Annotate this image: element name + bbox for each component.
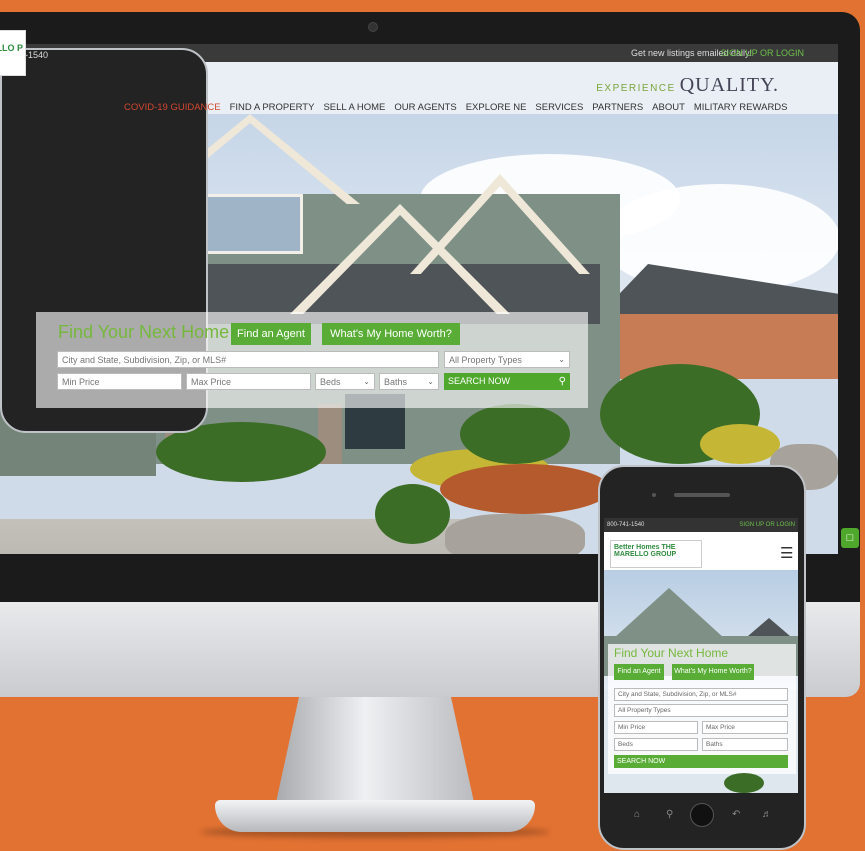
mobile-signup-link[interactable]: SIGN UP OR LOGIN — [739, 522, 795, 528]
pine-shrub — [375, 484, 450, 544]
mobile-logo[interactable]: Better Homes THE MARELLO GROUP — [610, 540, 702, 568]
tagline-small: EXPERIENCE — [596, 83, 676, 94]
property-type-select[interactable]: All Property Types ⌄ — [444, 351, 570, 368]
mobile-search-title: Find Your Next Home — [614, 646, 729, 660]
tagline: EXPERIENCE QUALITY. — [596, 74, 779, 97]
tagline-big: QUALITY. — [679, 74, 779, 96]
nav-military-rewards[interactable]: MILITARY REWARDS — [694, 102, 788, 113]
min-price-input[interactable]: Min Price — [57, 373, 182, 390]
shrub — [440, 464, 610, 514]
mobile-logo-text: Better Homes THE MARELLO GROUP — [614, 544, 677, 558]
phone-speaker — [674, 493, 730, 497]
search-now-button[interactable]: SEARCH NOW ⚲ — [444, 373, 570, 390]
max-price-input[interactable]: Max Price — [186, 373, 311, 390]
nav-find-property[interactable]: FIND A PROPERTY — [230, 102, 315, 113]
mobile-beds-select[interactable]: Beds — [614, 738, 698, 751]
find-agent-button[interactable]: Find an Agent — [231, 323, 311, 345]
nav-our-agents[interactable]: OUR AGENTS — [394, 102, 456, 113]
search-icon[interactable]: ⚲ — [666, 809, 673, 820]
nav-about[interactable]: ABOUT — [652, 102, 685, 113]
search-title: Find Your Next Home — [58, 322, 230, 342]
mobile-home-worth-button[interactable]: What's My Home Worth? — [672, 664, 754, 680]
beds-value: Beds — [320, 377, 341, 387]
nav-services[interactable]: SERVICES — [535, 102, 583, 113]
mobile-min-price-input[interactable]: Min Price — [614, 721, 698, 734]
mobile-baths-select[interactable]: Baths — [702, 738, 788, 751]
location-search-input[interactable]: City and State, Subdivision, Zip, or MLS… — [57, 351, 439, 368]
chat-icon[interactable]: □ — [841, 528, 859, 548]
monitor-stand-base — [215, 800, 535, 832]
main-nav: COVID-19 GUIDANCE FIND A PROPERTY SELL A H… — [124, 102, 797, 113]
baths-value: Baths — [384, 377, 408, 387]
search-now-label: SEARCH NOW — [448, 376, 511, 386]
home-worth-button[interactable]: What's My Home Worth? — [322, 323, 460, 345]
chevron-down-icon: ⌄ — [558, 355, 565, 364]
monitor-stand-neck — [275, 697, 475, 807]
mobile-screen: 800-741-1540 SIGN UP OR LOGIN Better Hom… — [604, 518, 798, 793]
logo-text: LLO P — [0, 43, 23, 53]
signup-login-link[interactable]: SIGN UP OR LOGIN — [721, 48, 804, 58]
mobile-top-bar: 800-741-1540 SIGN UP OR LOGIN — [604, 518, 798, 532]
chevron-down-icon: ⌄ — [363, 377, 370, 386]
mobile-phone-number[interactable]: 800-741-1540 — [607, 522, 644, 528]
volume-icon[interactable]: ♬ — [762, 809, 772, 820]
mobile-location-input[interactable]: City and State, Subdivision, Zip, or MLS… — [614, 688, 788, 701]
beds-select[interactable]: Beds ⌄ — [315, 373, 375, 390]
mobile-max-price-input[interactable]: Max Price — [702, 721, 788, 734]
shrub — [460, 404, 570, 464]
rock — [445, 514, 585, 554]
mobile-property-type-select[interactable]: All Property Types — [614, 704, 788, 717]
shrub — [700, 424, 780, 464]
property-type-value: All Property Types — [449, 355, 522, 365]
site-logo[interactable]: LLO P — [0, 30, 26, 76]
mobile-search-now-button[interactable]: SEARCH NOW — [614, 755, 788, 768]
nav-sell-home[interactable]: SELL A HOME — [323, 102, 385, 113]
upper-window — [193, 194, 303, 254]
nav-covid-guidance[interactable]: COVID-19 GUIDANCE — [124, 102, 221, 113]
nav-partners[interactable]: PARTNERS — [592, 102, 643, 113]
mobile-find-agent-button[interactable]: Find an Agent — [614, 664, 664, 680]
mobile-shrub — [724, 773, 764, 793]
mobile-bottom-bar: ⌂ ⚲ ↶ ♬ — [604, 795, 798, 835]
chevron-down-icon: ⌄ — [427, 377, 434, 386]
nav-explore-ne[interactable]: EXPLORE NE — [466, 102, 527, 113]
phone-camera — [652, 493, 656, 497]
hamburger-menu-icon[interactable]: ☰ — [780, 544, 793, 562]
back-icon[interactable]: ↶ — [732, 809, 740, 820]
top-bar: 0-741-1540 Get new listings emailed dail… — [0, 44, 838, 433]
webcam-dot — [368, 22, 378, 32]
home-icon[interactable]: ⌂ — [634, 809, 640, 820]
home-button[interactable] — [690, 803, 714, 827]
baths-select[interactable]: Baths ⌄ — [379, 373, 439, 390]
search-icon: ⚲ — [558, 376, 566, 387]
